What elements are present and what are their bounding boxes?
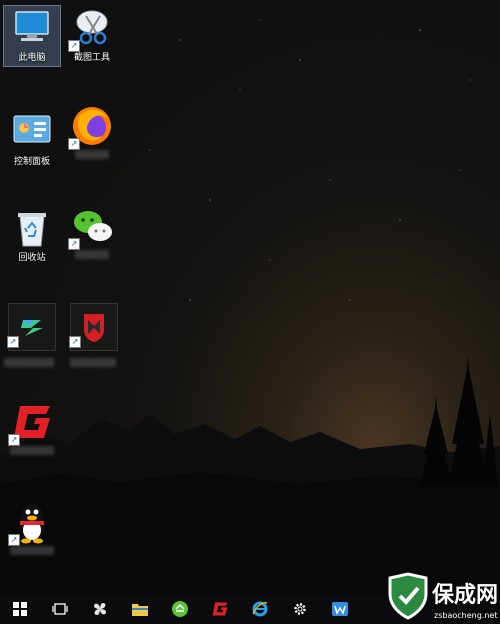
start-button[interactable] [0,594,40,624]
taskbar-file-explorer[interactable] [120,594,160,624]
shortcut-arrow-icon: ↗ [68,40,80,52]
desktop-icon-snipping-tool[interactable]: ↗ 截图工具 [64,6,120,64]
blurred-label [70,358,116,367]
scissors-icon: ↗ [68,6,114,52]
blurred-label [10,446,54,455]
desktop-icon-mcafee[interactable]: ↗ [69,303,118,351]
task-view-icon [52,603,68,615]
taskbar-app-red-g[interactable] [200,594,240,624]
shortcut-arrow-icon: ↗ [8,434,20,446]
taskbar-settings[interactable] [280,594,320,624]
monitor-icon [10,6,54,50]
wps-icon [332,602,348,616]
desktop-icon-wechat[interactable]: ↗ [64,204,120,259]
recycle-bin-icon [10,206,54,250]
green-circle-app-icon [172,601,188,617]
desktop-icon-recycle-bin[interactable]: 回收站 [4,206,60,264]
shortcut-arrow-icon: ↗ [8,534,20,546]
windows-logo-icon [13,602,27,616]
shortcut-arrow-icon: ↗ [68,138,80,150]
shortcut-arrow-icon: ↗ [69,336,81,348]
desktop-icon-label: 回收站 [18,253,46,263]
wechat-icon: ↗ [68,204,114,250]
pinwheel-icon [94,603,106,615]
firefox-icon: ↗ [68,104,114,150]
control-panel-icon [10,110,54,154]
shortcut-arrow-icon: ↗ [68,238,80,250]
blurred-label [10,546,54,555]
red-g-logo-icon [212,602,228,616]
desktop-icon-app-arrow[interactable]: ↗ [7,303,56,351]
taskbar-internet-explorer[interactable] [240,594,280,624]
blurred-label [75,250,109,259]
desktop-icon-qq[interactable]: ↗ [4,500,60,555]
taskbar-wps[interactable] [320,594,360,624]
gear-icon [294,603,306,615]
desktop-icon-label: 控制面板 [13,157,50,167]
desktop-icon-this-pc[interactable]: 此电脑 [3,5,61,67]
desktop-icon-game-g[interactable]: ↗ [4,400,60,455]
desktop-icon-label: 截图工具 [73,53,110,63]
internet-explorer-icon [252,601,268,617]
watermark-url: zsbaocheng.net [434,611,497,620]
desktop-icon-firefox[interactable]: ↗ [64,104,120,159]
qq-penguin-icon: ↗ [8,500,54,546]
folder-icon [132,604,148,616]
red-g-logo-icon: ↗ [8,400,54,446]
taskbar-app-green[interactable] [160,594,200,624]
blurred-label [4,358,54,367]
desktop-icon-control-panel[interactable]: 控制面板 [4,110,60,168]
task-view-button[interactable] [40,594,80,624]
blurred-label [75,150,109,159]
taskbar-app-pinwheel[interactable] [80,594,120,624]
watermark-brand: 保成网 [431,583,498,608]
shortcut-arrow-icon: ↗ [7,336,19,348]
mountain-silhouette [0,354,500,594]
watermark-logo: 保成网 zsbaocheng.net [388,572,498,620]
desktop-icon-label: 此电脑 [18,53,46,63]
